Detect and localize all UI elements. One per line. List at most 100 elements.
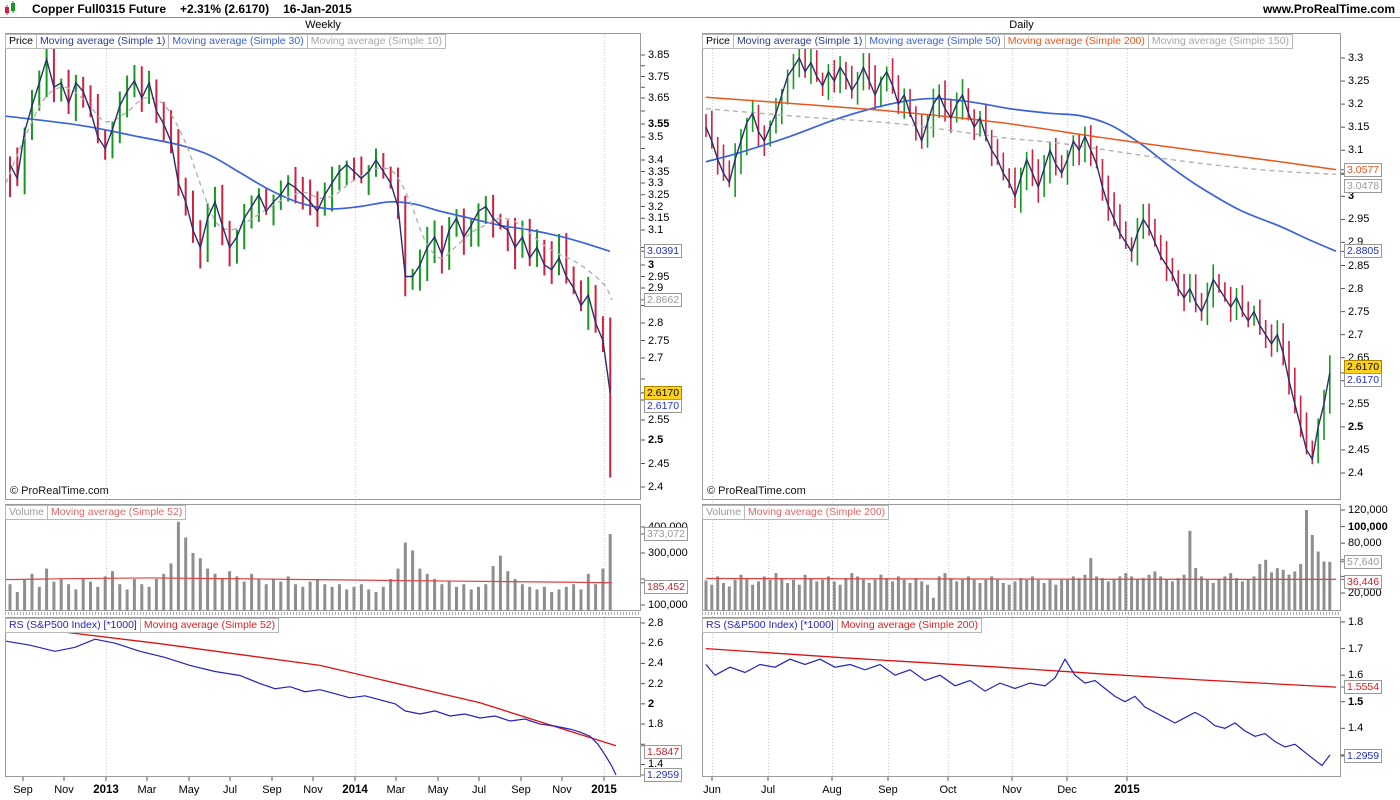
- daily-price-legend: Price Moving average (Simple 1) Moving ave…: [702, 34, 1294, 49]
- weekly-rs-panel[interactable]: [5, 617, 641, 777]
- weekly-gridlines: [106, 34, 605, 776]
- weekly-price-panel[interactable]: [5, 33, 641, 500]
- x-axis-label: Sep: [511, 784, 531, 796]
- legend-item[interactable]: Volume: [702, 505, 746, 520]
- daily-volume-panel[interactable]: [702, 504, 1341, 611]
- y-axis-label: 3.4: [648, 154, 664, 166]
- daily-rs-ma: [705, 647, 1337, 688]
- y-axis-label: 3.1: [648, 224, 664, 236]
- legend-item[interactable]: Moving average (Simple 200): [1003, 34, 1149, 49]
- x-axis-label: Aug: [822, 784, 842, 796]
- legend-item[interactable]: Moving average (Simple 52): [139, 618, 280, 633]
- legend-item[interactable]: Moving average (Simple 200): [836, 618, 982, 633]
- y-axis-label: 2.95: [648, 270, 670, 283]
- x-axis-label: Jul: [760, 784, 776, 796]
- y-axis-label: 3.5: [648, 131, 664, 143]
- x-axis-label: Nov: [552, 784, 572, 796]
- weekly-volume-panel[interactable]: [5, 504, 641, 611]
- axis-value-box: 3.0478: [1344, 179, 1383, 194]
- daily-panel-separator[interactable]: [702, 612, 1341, 615]
- weekly-volume-bars[interactable]: [8, 521, 612, 610]
- y-axis-label: 3.25: [648, 188, 670, 201]
- daily-volume-ma: [705, 577, 1337, 580]
- legend-item[interactable]: Moving average (Simple 200): [744, 505, 890, 520]
- axis-value-box: 2.8805: [1344, 244, 1383, 259]
- weekly-chart-title: Weekly: [305, 19, 341, 31]
- legend-item[interactable]: Moving average (Simple 50): [865, 34, 1005, 49]
- x-axis-label: May: [178, 784, 200, 796]
- rs-axis-label: 1.7: [1348, 642, 1364, 655]
- y-axis-label: 3: [648, 259, 655, 271]
- rs-axis-label: 1.4: [1348, 722, 1364, 735]
- legend-item[interactable]: RS (S&P500 Index) [*1000]: [702, 618, 838, 633]
- daily-gridlines: [712, 34, 1128, 776]
- y-axis-label: 2.7: [1348, 328, 1364, 341]
- axis-value-box: 1.5554: [1344, 680, 1383, 695]
- y-axis-label: 2.55: [1348, 397, 1370, 410]
- y-axis-label: 2.95: [1348, 213, 1370, 226]
- x-axis-label: Oct: [939, 784, 957, 796]
- x-axis-label: Mar: [137, 784, 157, 796]
- axis-value-box: 57,640: [1344, 554, 1383, 569]
- y-axis-label: 2.75: [648, 334, 670, 347]
- y-axis-label: 3.35: [648, 165, 670, 178]
- legend-item[interactable]: Moving average (Simple 10): [306, 34, 447, 49]
- instrument-title: Copper Full0315 Future: [32, 1, 167, 16]
- y-axis-label: 3.3: [1348, 52, 1364, 64]
- legend-item[interactable]: Moving average (Simple 1): [732, 34, 867, 49]
- y-axis-label: 3.15: [648, 212, 670, 225]
- x-axis-label: 2014: [342, 784, 368, 796]
- weekly-panel-separator[interactable]: [5, 612, 641, 615]
- charts-canvas[interactable]: [0, 0, 1400, 800]
- y-axis-label: 2.8: [1348, 282, 1364, 295]
- x-axis-label: Dec: [1057, 784, 1077, 796]
- x-axis-label: Nov: [1002, 784, 1022, 796]
- site-link[interactable]: www.ProRealTime.com: [1263, 2, 1400, 16]
- y-axis-label: 3.2: [1348, 98, 1364, 111]
- daily-volume-legend: Volume Moving average (Simple 200): [702, 505, 890, 520]
- weekly-rs-ma: [5, 624, 617, 747]
- copyright-label: © ProRealTime.com: [10, 485, 109, 497]
- y-axis-label: 3.25: [1348, 75, 1370, 88]
- y-axis-label: 3.55: [648, 118, 670, 130]
- rs-axis-label: 2.6: [648, 637, 664, 650]
- daily-price-ma-1: [705, 96, 1337, 171]
- axis-value-box: 1.2959: [1344, 749, 1383, 763]
- axis-value-box: 2.6170: [1344, 372, 1383, 387]
- x-axis-label: 2015: [1114, 784, 1140, 796]
- volume-axis-label: 100,000: [1348, 520, 1388, 533]
- weekly-price-bars[interactable]: [9, 44, 612, 478]
- weekly-volume-ma: [5, 577, 613, 584]
- rs-axis-label: 1.8: [648, 718, 664, 731]
- x-axis-label: Sep: [878, 784, 898, 796]
- legend-item[interactable]: Moving average (Simple 1): [35, 34, 170, 49]
- daily-volume-bars[interactable]: [704, 510, 1332, 611]
- legend-item[interactable]: Moving average (Simple 150): [1147, 34, 1294, 49]
- daily-rs-legend: RS (S&P500 Index) [*1000] Moving average …: [702, 618, 982, 633]
- daily-price-panel[interactable]: [702, 33, 1341, 500]
- legend-item[interactable]: Volume: [5, 505, 49, 520]
- weekly-volume-legend: Volume Moving average (Simple 52): [5, 505, 187, 520]
- volume-axis-label: 300,000: [648, 547, 688, 559]
- rs-axis-label: 2: [648, 697, 655, 710]
- y-axis-label: 3.75: [648, 70, 670, 83]
- legend-item[interactable]: Price: [702, 34, 734, 49]
- y-axis-label: 2.4: [648, 481, 664, 493]
- daily-price-bars[interactable]: [705, 42, 1331, 465]
- instrument-change: +2.31% (2.6170): [180, 1, 270, 16]
- weekly-price-ma-1: [5, 86, 613, 301]
- y-axis-label: 2.85: [1348, 259, 1370, 272]
- header-bar: Copper Full0315 Future +2.31% (2.6170) 1…: [0, 0, 1400, 18]
- y-axis-label: 2.75: [1348, 305, 1370, 318]
- daily-close-line: [705, 56, 1331, 462]
- y-axis-label: 2.5: [648, 434, 664, 446]
- x-axis-label: 2015: [591, 784, 617, 796]
- daily-rs-panel[interactable]: [702, 617, 1341, 777]
- legend-item[interactable]: Moving average (Simple 30): [168, 34, 308, 49]
- legend-item[interactable]: Price: [5, 34, 37, 49]
- weekly-close-line: [9, 56, 611, 393]
- volume-axis-label: 120,000: [1348, 504, 1388, 516]
- legend-item[interactable]: Moving average (Simple 52): [47, 505, 187, 520]
- legend-item[interactable]: RS (S&P500 Index) [*1000]: [5, 618, 141, 633]
- quote-date: 16-Jan-2015: [283, 1, 352, 16]
